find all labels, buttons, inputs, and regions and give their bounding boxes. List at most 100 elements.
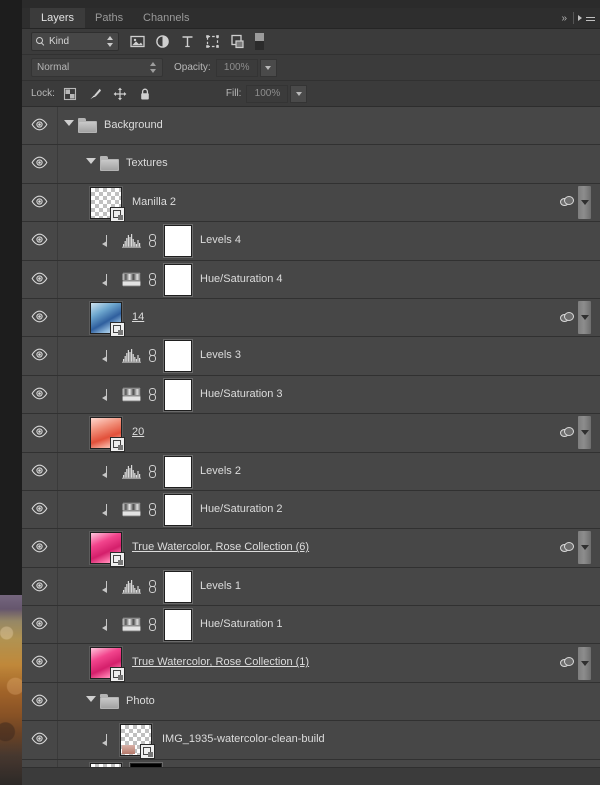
- layer-visibility-toggle[interactable]: [31, 348, 48, 361]
- link-mask-icon[interactable]: [148, 272, 158, 286]
- link-mask-icon[interactable]: [148, 579, 158, 593]
- layer-visibility-toggle[interactable]: [31, 464, 48, 477]
- layer-visibility-toggle[interactable]: [31, 655, 48, 668]
- layer-row[interactable]: Photo: [22, 682, 600, 722]
- checkerboard-icon[interactable]: [63, 87, 77, 101]
- tab-paths[interactable]: Paths: [84, 8, 134, 28]
- layer-mask-thumbnail[interactable]: [164, 570, 192, 603]
- brush-icon[interactable]: [88, 87, 102, 101]
- layer-list[interactable]: Background Textures Manilla 2 Levels 4 Hue/S…: [22, 107, 600, 767]
- expand-effects-triangle-icon[interactable]: [578, 416, 591, 450]
- levels-adjustment-icon[interactable]: [122, 579, 141, 594]
- layer-visibility-toggle[interactable]: [31, 233, 48, 246]
- link-mask-icon[interactable]: [148, 618, 158, 632]
- layer-thumbnail[interactable]: [90, 647, 125, 683]
- layer-visibility-toggle[interactable]: [31, 310, 48, 323]
- layer-visibility-toggle[interactable]: [31, 195, 48, 208]
- group-disclosure-triangle[interactable]: [86, 695, 96, 702]
- layer-visibility-toggle[interactable]: [31, 118, 48, 131]
- hue-saturation-adjustment-icon[interactable]: [121, 501, 142, 518]
- layer-row[interactable]: IMG_1935-watercolor-clean-build: [22, 721, 600, 760]
- filter-kind-select[interactable]: Kind: [31, 32, 119, 51]
- type-t-icon[interactable]: [180, 34, 195, 49]
- fx-effects-icon[interactable]: [560, 426, 575, 439]
- layer-mask-thumbnail[interactable]: [164, 455, 192, 488]
- expand-effects-triangle-icon[interactable]: [578, 646, 591, 680]
- expand-effects-triangle-icon[interactable]: [578, 301, 591, 335]
- layer-mask-thumbnail[interactable]: [164, 340, 192, 373]
- layer-mask-thumbnail[interactable]: [164, 378, 192, 411]
- layer-row[interactable]: Hue/Saturation 4: [22, 260, 600, 299]
- layer-visibility-toggle[interactable]: [31, 502, 48, 515]
- layer-row[interactable]: Levels 3: [22, 337, 600, 376]
- group-disclosure-triangle[interactable]: [86, 158, 96, 165]
- link-mask-icon[interactable]: [148, 502, 158, 516]
- link-mask-icon[interactable]: [148, 349, 158, 363]
- layer-row[interactable]: Levels 4: [22, 222, 600, 261]
- opacity-input[interactable]: 100%: [215, 58, 258, 77]
- panel-menu-icon[interactable]: [578, 13, 598, 24]
- tab-channels[interactable]: Channels: [132, 8, 200, 28]
- layer-row[interactable]: Levels 2: [22, 452, 600, 491]
- image-icon[interactable]: [130, 34, 145, 49]
- adjustment-circle-icon[interactable]: [155, 34, 170, 49]
- smart-object-icon[interactable]: [230, 34, 245, 49]
- layer-row[interactable]: Manilla 2: [22, 183, 600, 223]
- link-mask-icon[interactable]: [148, 464, 158, 478]
- layer-mask-thumbnail[interactable]: [164, 225, 192, 258]
- link-mask-icon[interactable]: [148, 387, 158, 401]
- levels-adjustment-icon[interactable]: [122, 233, 141, 249]
- layer-mask-thumbnail[interactable]: [164, 263, 192, 296]
- fx-effects-icon[interactable]: [560, 311, 575, 324]
- layer-row[interactable]: Hue/Saturation 2: [22, 490, 600, 530]
- levels-adjustment-icon[interactable]: [122, 464, 141, 479]
- layer-mask-thumbnail[interactable]: [164, 493, 192, 526]
- layer-visibility-toggle[interactable]: [31, 425, 48, 438]
- layer-visibility-toggle[interactable]: [31, 540, 48, 553]
- layer-row[interactable]: Levels 1: [22, 567, 600, 607]
- layer-row[interactable]: 14: [22, 298, 600, 338]
- layer-thumbnail[interactable]: [120, 724, 155, 760]
- group-disclosure-triangle[interactable]: [64, 120, 74, 126]
- blend-mode-select[interactable]: Normal: [31, 58, 163, 77]
- layer-visibility-toggle[interactable]: [31, 272, 48, 285]
- layer-row[interactable]: IMG_1935-3000x2000: [22, 759, 600, 767]
- layer-row[interactable]: True Watercolor, Rose Collection (6): [22, 529, 600, 568]
- fx-effects-icon[interactable]: [560, 196, 575, 208]
- layer-row[interactable]: Background: [22, 107, 600, 146]
- hue-saturation-adjustment-icon[interactable]: [121, 616, 142, 633]
- tab-layers[interactable]: Layers: [30, 8, 86, 28]
- opacity-dropdown-icon[interactable]: [259, 58, 277, 77]
- move-arrows-icon[interactable]: [113, 87, 127, 101]
- collapse-panel-icon[interactable]: »: [558, 13, 569, 24]
- layer-row[interactable]: Textures: [22, 145, 600, 184]
- layer-visibility-toggle[interactable]: [31, 156, 48, 169]
- expand-effects-triangle-icon[interactable]: [578, 531, 591, 565]
- filter-toggle-switch[interactable]: [255, 33, 264, 50]
- hue-saturation-adjustment-icon[interactable]: [121, 386, 142, 403]
- fill-dropdown-icon[interactable]: [290, 84, 308, 103]
- layer-visibility-toggle[interactable]: [31, 694, 48, 707]
- layer-row[interactable]: 20: [22, 414, 600, 453]
- link-mask-icon[interactable]: [148, 234, 158, 248]
- layer-row[interactable]: True Watercolor, Rose Collection (1): [22, 644, 600, 683]
- fx-effects-icon[interactable]: [560, 541, 575, 554]
- layer-mask-thumbnail[interactable]: [164, 609, 192, 642]
- layer-thumbnail[interactable]: [90, 417, 125, 453]
- layer-visibility-toggle[interactable]: [31, 387, 48, 400]
- hue-saturation-adjustment-icon[interactable]: [121, 271, 142, 288]
- layer-thumbnail[interactable]: [90, 186, 125, 222]
- layer-row[interactable]: Hue/Saturation 1: [22, 606, 600, 645]
- layer-thumbnail[interactable]: [90, 532, 125, 568]
- layer-visibility-toggle[interactable]: [31, 579, 48, 592]
- fill-input[interactable]: 100%: [246, 84, 289, 103]
- levels-adjustment-icon[interactable]: [122, 348, 141, 364]
- shape-square-icon[interactable]: [205, 34, 220, 49]
- layer-thumbnail[interactable]: [90, 301, 125, 337]
- layer-row[interactable]: Hue/Saturation 3: [22, 375, 600, 415]
- fx-effects-icon[interactable]: [560, 657, 575, 669]
- expand-effects-triangle-icon[interactable]: [578, 185, 591, 219]
- layer-visibility-toggle[interactable]: [31, 617, 48, 630]
- padlock-icon[interactable]: [138, 87, 152, 101]
- layer-visibility-toggle[interactable]: [31, 732, 48, 745]
